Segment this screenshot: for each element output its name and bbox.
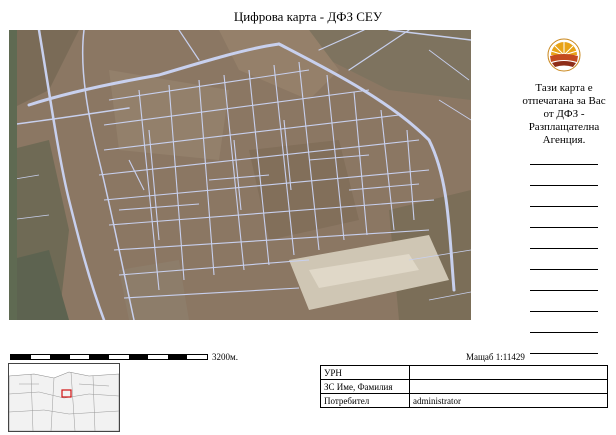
signature-line [530, 185, 598, 186]
signature-line [530, 164, 598, 165]
farmer-name-value [409, 379, 608, 394]
parcel-map-svg [9, 30, 471, 320]
overview-inset-map [8, 363, 120, 432]
signature-line [530, 311, 598, 312]
scale-ratio-label: Мащаб 1:11429 [466, 352, 525, 362]
scale-distance-label: 3200м. [212, 352, 238, 362]
map-title: Цифрова карта - ДФЗ СЕУ [233, 9, 383, 24]
signature-line [530, 227, 598, 228]
printed-by-note: Тази карта е отпечатана за Вас от ДФЗ - … [522, 82, 606, 146]
user-label: Потребител [320, 393, 410, 408]
urn-label: УРН [320, 365, 410, 380]
signature-line [530, 332, 598, 333]
signature-line [530, 206, 598, 207]
table-row: ЗС Име, Фамилия [320, 379, 608, 394]
dfz-logo-icon [547, 38, 581, 72]
table-row: Потребител administrator [320, 393, 608, 408]
signature-line [530, 248, 598, 249]
signature-line [530, 269, 598, 270]
signature-line [530, 353, 598, 354]
urn-value [409, 365, 608, 380]
scale-bar [10, 354, 208, 360]
user-value: administrator [409, 393, 608, 408]
farmer-name-label: ЗС Име, Фамилия [320, 379, 410, 394]
signature-line [530, 290, 598, 291]
info-table: УРН ЗС Име, Фамилия Потребител administr… [320, 365, 608, 408]
satellite-map[interactable] [9, 30, 471, 320]
table-row: УРН [320, 365, 608, 380]
